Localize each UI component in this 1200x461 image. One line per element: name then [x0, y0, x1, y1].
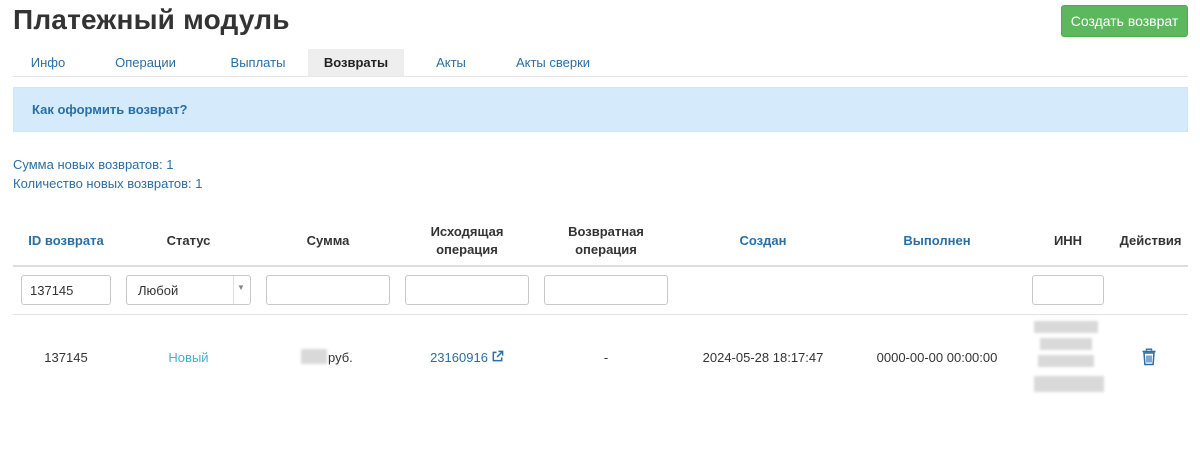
new-returns-count: Количество новых возвратов: 1	[13, 176, 203, 191]
info-panel: Как оформить возврат?	[13, 87, 1188, 132]
redacted-inn-line	[1038, 355, 1094, 367]
column-header-source-line1: Исходящая	[430, 224, 504, 239]
tab-payouts[interactable]: Выплаты	[208, 49, 308, 76]
redacted-amount	[301, 349, 327, 364]
column-header-return-line1: Возвратная	[568, 224, 644, 239]
redacted-inn-line	[1040, 338, 1092, 350]
column-header-return-operation: Возвратная операция	[544, 223, 668, 259]
column-header-source-operation: Исходящая операция	[405, 223, 529, 259]
tab-bar: Инфо Операции Выплаты Возвраты Акты Акты…	[13, 49, 1188, 77]
source-operation-value: 23160916	[430, 350, 488, 365]
filter-amount-input[interactable]	[266, 275, 390, 305]
column-header-source-line2: операция	[436, 242, 498, 257]
trash-icon[interactable]	[1141, 348, 1157, 366]
new-returns-sum: Сумма новых возвратов: 1	[13, 157, 174, 172]
column-header-status: Статус	[166, 233, 211, 248]
caret-down-icon: ▼	[237, 283, 245, 292]
source-operation-link[interactable]: 23160916	[405, 350, 529, 365]
filter-status-value: Любой	[138, 283, 179, 298]
tab-reconciliation-acts[interactable]: Акты сверки	[498, 49, 608, 76]
page-title: Платежный модуль	[13, 4, 290, 35]
column-header-actions: Действия	[1119, 233, 1182, 248]
column-header-amount: Сумма	[306, 233, 350, 248]
row-return-operation: -	[603, 350, 609, 365]
filter-divider	[13, 314, 1188, 315]
tab-info[interactable]: Инфо	[13, 49, 83, 76]
filter-source-operation-input[interactable]	[405, 275, 529, 305]
status-badge: Новый	[168, 350, 209, 365]
tab-acts[interactable]: Акты	[404, 49, 498, 76]
row-created-date: 2024-05-28 18:17:47	[702, 350, 824, 365]
redacted-inn-line	[1034, 376, 1104, 392]
row-id: 137145	[44, 350, 88, 365]
column-header-return-line2: операция	[575, 242, 637, 257]
filter-status-select[interactable]: Любой ▼	[126, 275, 251, 305]
select-separator	[233, 276, 234, 304]
create-return-button[interactable]: Создать возврат	[1061, 5, 1188, 37]
column-header-id[interactable]: ID возврата	[15, 232, 117, 250]
redacted-inn-line	[1034, 321, 1098, 333]
column-header-completed[interactable]: Выполнен	[857, 232, 1017, 250]
filter-return-operation-input[interactable]	[544, 275, 668, 305]
how-to-return-link[interactable]: Как оформить возврат?	[32, 102, 187, 117]
row-completed-date: 0000-00-00 00:00:00	[876, 350, 998, 365]
tab-operations[interactable]: Операции	[83, 49, 208, 76]
column-header-created[interactable]: Создан	[683, 232, 843, 250]
row-amount-currency: руб.	[328, 350, 353, 365]
external-link-icon	[492, 350, 504, 362]
filter-id-input[interactable]	[21, 275, 111, 305]
column-header-inn: ИНН	[1053, 233, 1083, 248]
filter-inn-input[interactable]	[1032, 275, 1104, 305]
header-divider	[13, 265, 1188, 267]
tab-returns[interactable]: Возвраты	[308, 49, 404, 76]
